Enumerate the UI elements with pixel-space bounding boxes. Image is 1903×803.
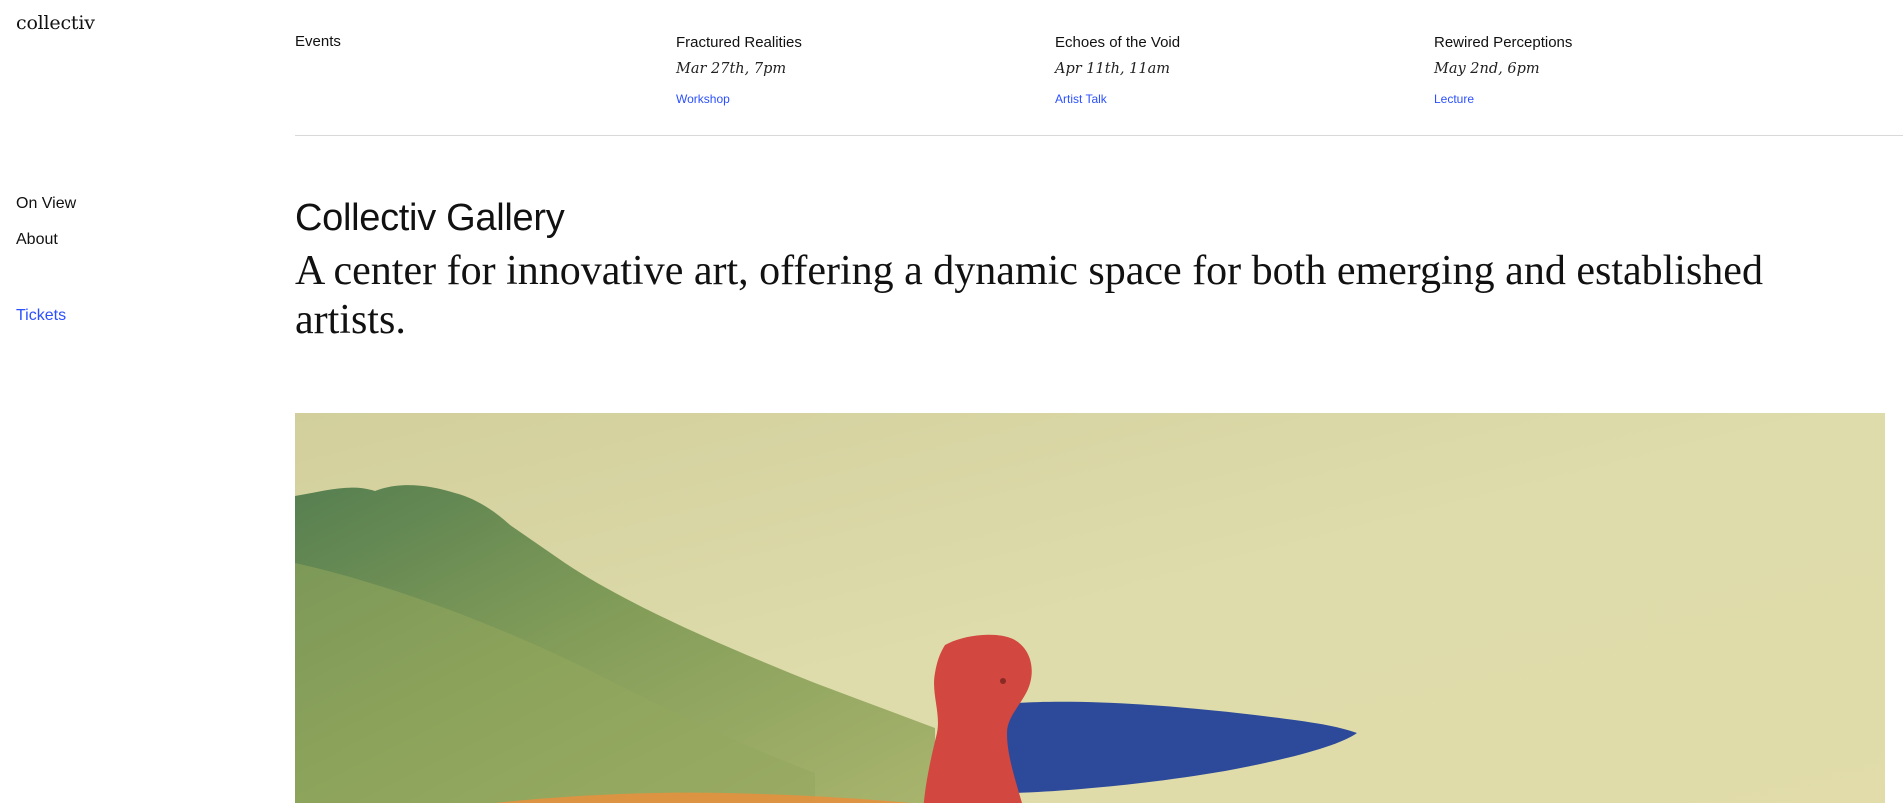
events-heading: Events [295, 33, 341, 50]
event-date: Apr 11th, 11am [1055, 61, 1170, 77]
tagline: A center for innovative art, offering a … [295, 248, 1763, 343]
event-tag[interactable]: Artist Talk [1055, 91, 1107, 107]
event-card[interactable]: Fractured Realities Mar 27th, 7pm Worksh… [676, 33, 996, 108]
sidebar-nav: On View About Tickets [16, 192, 76, 340]
tickets-link[interactable]: Tickets [16, 304, 76, 340]
artwork-painting [295, 413, 1885, 803]
event-card[interactable]: Echoes of the Void Apr 11th, 11am Artist… [1055, 33, 1375, 108]
event-title[interactable]: Rewired Perceptions [1434, 33, 1754, 53]
events-bar: Events Fractured Realities Mar 27th, 7pm… [295, 0, 1903, 136]
event-tag[interactable]: Lecture [1434, 91, 1474, 107]
event-card[interactable]: Rewired Perceptions May 2nd, 6pm Lecture [1434, 33, 1754, 108]
sidebar-item-about[interactable]: About [16, 228, 76, 264]
event-title[interactable]: Echoes of the Void [1055, 33, 1375, 53]
event-date: May 2nd, 6pm [1434, 61, 1540, 77]
sidebar-item-on-view[interactable]: On View [16, 192, 76, 228]
event-title[interactable]: Fractured Realities [676, 33, 996, 53]
hero-artwork-image [295, 413, 1885, 803]
site-logo[interactable]: collectiv [16, 12, 95, 34]
page-title: Collectiv Gallery [295, 197, 565, 239]
event-date: Mar 27th, 7pm [676, 61, 787, 77]
main-content: Collectiv Gallery A center for innovativ… [295, 195, 1885, 345]
event-tag[interactable]: Workshop [676, 91, 730, 107]
